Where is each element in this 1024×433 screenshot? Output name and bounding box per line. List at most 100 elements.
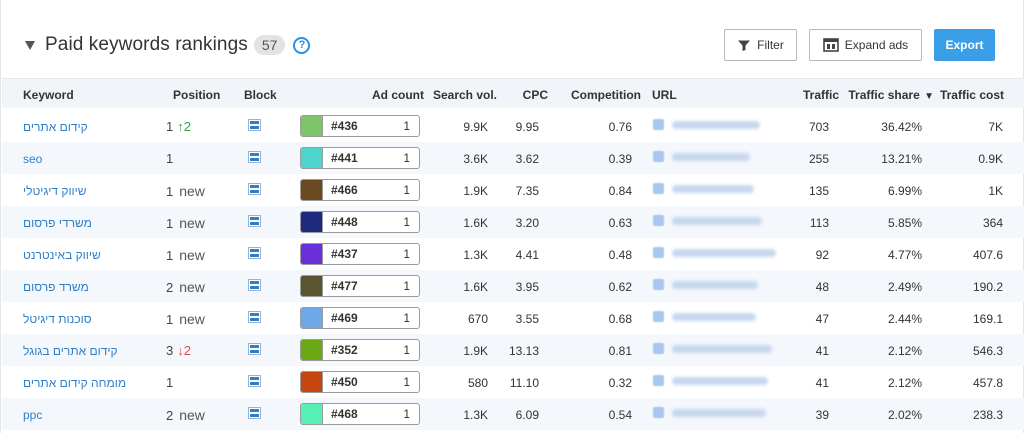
new-position-tag: new — [179, 183, 205, 199]
url-link-redacted[interactable] — [672, 281, 758, 289]
ad-count-selector[interactable]: #466 1 — [300, 179, 420, 201]
url-link-redacted[interactable] — [672, 313, 756, 321]
ad-block-icon[interactable] — [248, 311, 261, 323]
external-link-icon[interactable] — [653, 279, 664, 290]
url-link-redacted[interactable] — [672, 409, 766, 417]
collapse-caret-icon[interactable] — [25, 41, 35, 50]
url-link-redacted[interactable] — [672, 217, 762, 225]
ad-code: #441 — [331, 151, 358, 165]
ad-count-value: 1 — [403, 151, 410, 165]
keyword-link[interactable]: ppc — [23, 408, 42, 422]
keyword-link[interactable]: משרדי פרסום — [23, 216, 92, 230]
ad-count-selector[interactable]: #469 1 — [300, 307, 420, 329]
column-search-vol[interactable]: Search vol. — [433, 88, 497, 102]
ad-count-selector[interactable]: #477 1 — [300, 275, 420, 297]
position-value: 2 — [166, 280, 174, 295]
help-icon[interactable]: ? — [293, 36, 311, 54]
external-link-icon[interactable] — [653, 151, 664, 162]
column-traffic-share[interactable]: Traffic share ▼ — [848, 88, 934, 102]
external-link-icon[interactable] — [653, 247, 664, 258]
url-link-redacted[interactable] — [672, 377, 768, 385]
traffic-cost-value: 1K — [988, 184, 1003, 198]
search-volume: 1.9K — [463, 184, 488, 198]
ad-count-selector[interactable]: #448 1 — [300, 211, 420, 233]
traffic-share-value: 2.12% — [887, 376, 922, 390]
ad-block-icon[interactable] — [248, 183, 261, 195]
ad-block-icon[interactable] — [248, 215, 261, 227]
export-button[interactable]: Export — [934, 29, 995, 61]
ad-count-value: 1 — [403, 215, 410, 229]
keyword-link[interactable]: משרד פרסום — [23, 280, 89, 294]
ad-code: #477 — [331, 279, 358, 293]
position-value: 1 — [166, 375, 174, 390]
ad-block-icon[interactable] — [248, 375, 261, 387]
ad-count-selector[interactable]: #468 1 — [300, 403, 420, 425]
column-url[interactable]: URL — [652, 88, 677, 102]
competition-value: 0.62 — [608, 280, 632, 294]
search-volume: 1.6K — [463, 216, 488, 230]
column-cpc[interactable]: CPC — [523, 88, 548, 102]
search-volume: 1.9K — [463, 344, 488, 358]
url-link-redacted[interactable] — [672, 249, 776, 257]
column-traffic-cost[interactable]: Traffic cost — [940, 88, 1004, 102]
traffic-value: 703 — [808, 120, 829, 134]
traffic-cost-value: 238.3 — [972, 408, 1003, 422]
column-ad-count[interactable]: Ad count — [372, 88, 424, 102]
url-link-redacted[interactable] — [672, 121, 760, 129]
ad-block-icon[interactable] — [248, 407, 261, 419]
search-volume: 1.6K — [463, 280, 488, 294]
ad-count-selector[interactable]: #450 1 — [300, 371, 420, 393]
keyword-link[interactable]: שיווק דיגיטלי — [23, 184, 87, 198]
external-link-icon[interactable] — [653, 119, 664, 130]
ad-block-icon[interactable] — [248, 151, 261, 163]
keyword-link[interactable]: קידום אתרים בגוגל — [23, 344, 118, 358]
external-link-icon[interactable] — [653, 215, 664, 226]
traffic-share-value: 13.21% — [881, 152, 922, 166]
url-link-redacted[interactable] — [672, 185, 754, 193]
external-link-icon[interactable] — [653, 183, 664, 194]
external-link-icon[interactable] — [653, 407, 664, 418]
external-link-icon[interactable] — [653, 375, 664, 386]
keyword-link[interactable]: seo — [23, 152, 42, 166]
cpc-value: 7.35 — [515, 184, 539, 198]
ad-count-selector[interactable]: #441 1 — [300, 147, 420, 169]
cpc-value: 9.95 — [515, 120, 539, 134]
ad-count-value: 1 — [403, 375, 410, 389]
filter-button-label: Filter — [757, 38, 784, 52]
position-value: 1 — [166, 312, 174, 327]
column-position[interactable]: Position — [173, 88, 220, 102]
url-link-redacted[interactable] — [672, 153, 750, 161]
position-value: 1 — [166, 216, 174, 231]
position-value: 2 — [166, 408, 174, 423]
traffic-share-value: 2.49% — [887, 280, 922, 294]
column-keyword[interactable]: Keyword — [23, 88, 74, 102]
ad-count-selector[interactable]: #437 1 — [300, 243, 420, 265]
ad-color-swatch — [301, 148, 323, 168]
external-link-icon[interactable] — [653, 343, 664, 354]
column-block[interactable]: Block — [244, 88, 277, 102]
search-volume: 670 — [467, 312, 488, 326]
ad-count-selector[interactable]: #352 1 — [300, 339, 420, 361]
url-link-redacted[interactable] — [672, 345, 772, 353]
column-competition[interactable]: Competition — [571, 88, 641, 102]
ad-count-selector[interactable]: #436 1 — [300, 115, 420, 137]
position-cell: 3 ↓2 — [166, 343, 191, 358]
position-value: 3 — [166, 343, 174, 358]
filter-button[interactable]: Filter — [724, 29, 797, 61]
ad-block-icon[interactable] — [248, 279, 261, 291]
external-link-icon[interactable] — [653, 311, 664, 322]
ad-color-swatch — [301, 212, 323, 232]
keyword-link[interactable]: סוכנות דיגיטל — [23, 312, 92, 326]
column-traffic[interactable]: Traffic — [803, 88, 839, 102]
expand-ads-button[interactable]: Expand ads — [809, 29, 922, 61]
search-volume: 1.3K — [463, 248, 488, 262]
ad-count-value: 1 — [403, 119, 410, 133]
ad-block-icon[interactable] — [248, 343, 261, 355]
ad-block-icon[interactable] — [248, 119, 261, 131]
cpc-value: 13.13 — [508, 344, 539, 358]
keyword-link[interactable]: קידום אתרים — [23, 120, 88, 134]
ad-color-swatch — [301, 276, 323, 296]
ad-block-icon[interactable] — [248, 247, 261, 259]
keyword-link[interactable]: מומחה קידום אתרים — [23, 376, 126, 390]
keyword-link[interactable]: שיווק באינטרנט — [23, 248, 101, 262]
